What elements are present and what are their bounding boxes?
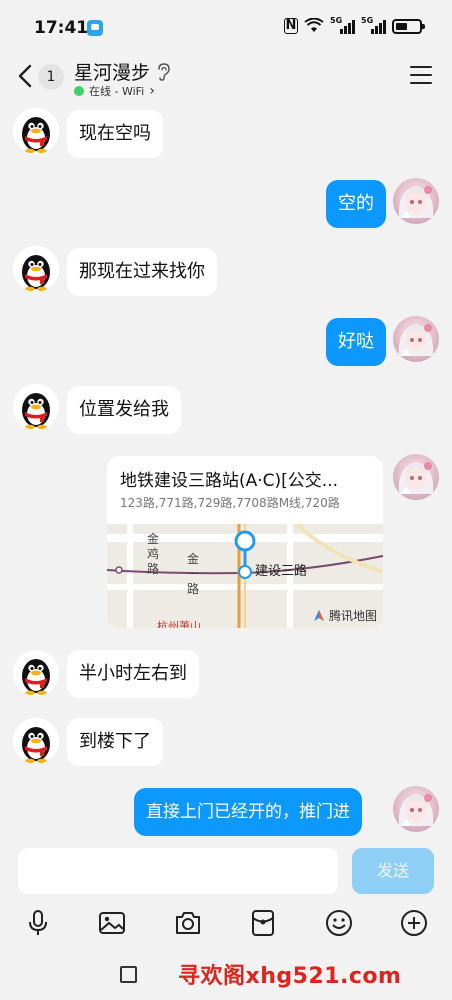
anime-avatar-icon bbox=[398, 186, 434, 218]
map-label-road: 金一路 bbox=[187, 552, 200, 596]
signal-icon: 5G bbox=[330, 16, 355, 34]
message-bubble-outgoing[interactable]: 直接上门已经开的，推门进 bbox=[134, 788, 362, 836]
system-navbar: 寻欢阁xhg521.com bbox=[0, 946, 452, 1000]
message-bubble-incoming[interactable]: 现在空吗 bbox=[67, 110, 163, 158]
send-button[interactable]: 发送 bbox=[352, 848, 434, 894]
unread-count-badge[interactable]: 1 bbox=[38, 64, 64, 90]
back-icon[interactable] bbox=[14, 62, 38, 90]
penguin-avatar-icon bbox=[22, 659, 50, 696]
location-map[interactable]: 金鸡路 金一路 建设三路 杭州萧山 腾讯地图 bbox=[107, 524, 383, 628]
red-packet-icon[interactable] bbox=[248, 908, 278, 938]
message-bubble-incoming[interactable]: 那现在过来找你 bbox=[67, 248, 217, 296]
message-bubble-outgoing[interactable]: 好哒 bbox=[326, 318, 386, 366]
anime-avatar-icon bbox=[398, 324, 434, 356]
ear-icon[interactable] bbox=[155, 62, 171, 82]
message-input[interactable] bbox=[18, 848, 338, 894]
qq-notification-icon bbox=[87, 20, 103, 36]
avatar-self[interactable] bbox=[393, 178, 439, 224]
presence-text: 在线 - WiFi bbox=[89, 85, 145, 98]
map-label-partial: 杭州萧山 bbox=[157, 620, 201, 628]
message-bubble-outgoing[interactable]: 空的 bbox=[326, 180, 386, 228]
battery-icon bbox=[392, 18, 425, 34]
camera-icon[interactable] bbox=[173, 908, 203, 938]
avatar[interactable] bbox=[13, 384, 59, 430]
composer: 发送 bbox=[0, 842, 452, 902]
message-bubble-incoming[interactable]: 半小时左右到 bbox=[67, 650, 199, 698]
status-indicators: N 5G 5G bbox=[284, 16, 425, 34]
penguin-avatar-icon bbox=[22, 727, 50, 764]
penguin-avatar-icon bbox=[22, 393, 50, 430]
online-dot bbox=[74, 86, 84, 96]
message-bubble-incoming[interactable]: 到楼下了 bbox=[67, 718, 163, 766]
presence-status[interactable]: 在线 - WiFi › bbox=[74, 83, 155, 99]
chat-header: 1 星河漫步 在线 - WiFi › bbox=[0, 52, 452, 102]
emoji-icon[interactable] bbox=[324, 908, 354, 938]
menu-icon[interactable] bbox=[410, 66, 432, 84]
chevron-right-icon: › bbox=[149, 83, 155, 99]
map-label-road: 金鸡路 bbox=[147, 532, 160, 576]
anime-avatar-icon bbox=[398, 462, 434, 494]
location-subtitle: 123路,771路,729路,7708路M线,720路 bbox=[120, 496, 340, 510]
avatar[interactable] bbox=[13, 718, 59, 764]
avatar-self[interactable] bbox=[393, 786, 439, 832]
penguin-avatar-icon bbox=[22, 117, 50, 154]
signal-icon-2: 5G bbox=[361, 16, 386, 34]
message-bubble-incoming[interactable]: 位置发给我 bbox=[67, 386, 181, 434]
anime-avatar-icon bbox=[398, 794, 434, 826]
nfc-icon: N bbox=[284, 18, 298, 34]
avatar-self[interactable] bbox=[393, 316, 439, 362]
image-icon[interactable] bbox=[97, 908, 127, 938]
location-title: 地铁建设三路站(A·C)[公交... bbox=[120, 471, 339, 491]
composer-toolbar bbox=[0, 902, 452, 946]
avatar[interactable] bbox=[13, 650, 59, 696]
avatar[interactable] bbox=[13, 108, 59, 154]
status-time: 17:41 bbox=[34, 18, 89, 38]
penguin-avatar-icon bbox=[22, 255, 50, 292]
wifi-icon bbox=[304, 18, 324, 32]
location-card[interactable]: 地铁建设三路站(A·C)[公交... 123路,771路,729路,7708路M… bbox=[107, 456, 383, 628]
microphone-icon[interactable] bbox=[23, 908, 53, 938]
status-bar: 17:41 N 5G 5G bbox=[0, 0, 452, 52]
map-label-station: 建设三路 bbox=[255, 564, 308, 579]
tencent-map-icon bbox=[313, 609, 324, 621]
map-brand: 腾讯地图 bbox=[312, 607, 377, 624]
avatar-self[interactable] bbox=[393, 454, 439, 500]
contact-name[interactable]: 星河漫步 bbox=[74, 58, 150, 85]
avatar[interactable] bbox=[13, 246, 59, 292]
plus-icon[interactable] bbox=[399, 908, 429, 938]
recent-apps-icon[interactable] bbox=[120, 966, 137, 983]
watermark: 寻欢阁xhg521.com bbox=[178, 964, 402, 989]
